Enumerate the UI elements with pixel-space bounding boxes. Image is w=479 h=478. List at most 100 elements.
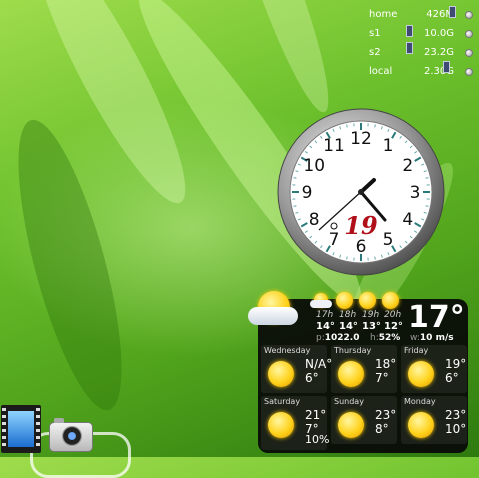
hour-icon-sunny: [336, 292, 353, 309]
clock-tick: [426, 178, 429, 179]
analog-clock-widget[interactable]: 12 1 2 3 4 5 6 7 8 9 10 11 19: [277, 108, 445, 276]
launcher-dock: [0, 400, 130, 457]
forecast-day-name: Thursday: [334, 346, 371, 355]
pressure-value: 1022.0: [325, 333, 360, 343]
sunny-icon: [268, 412, 294, 438]
clock-numeral: 2: [402, 156, 413, 176]
disk-usage-bar: [406, 25, 413, 37]
current-weather-icon: [246, 291, 306, 331]
pressure-readout: p:1022.0: [316, 333, 359, 343]
disk-name: s1: [369, 28, 381, 39]
clock-tick: [347, 257, 348, 260]
sunny-icon: [268, 361, 294, 387]
disk-row-s1: s1 10.0G: [366, 25, 476, 44]
disk-name: s2: [369, 47, 381, 58]
humidity-readout: h:52%: [370, 333, 400, 343]
forecast-low: 7°: [375, 371, 389, 385]
video-film-icon[interactable]: [1, 405, 41, 453]
wind-readout: w:10 m/s: [410, 333, 454, 343]
current-temperature: 17°: [408, 300, 465, 335]
clock-tick: [294, 178, 297, 179]
disk-status-led[interactable]: [465, 68, 473, 76]
disk-size: 23.2G: [424, 47, 454, 58]
disk-row-home: home 426M: [366, 6, 476, 25]
forecast-precipitation: 10%: [305, 433, 329, 446]
clock-face: 12 1 2 3 4 5 6 7 8 9 10 11 19: [277, 108, 445, 276]
disk-row-s2: s2 23.2G: [366, 44, 476, 63]
hour-temp: 13°: [362, 321, 381, 332]
forecast-high: 21°: [305, 408, 326, 422]
clock-date: 19: [344, 211, 378, 240]
disk-row-local: local 2.30G: [366, 63, 476, 82]
forecast-high: 18°: [375, 357, 396, 371]
wind-value: 10 m/s: [420, 333, 454, 343]
forecast-high: 19°: [445, 357, 466, 371]
clock-numeral: 1: [383, 136, 394, 156]
forecast-high: N/A°: [305, 357, 332, 371]
hour-time: 17h: [316, 310, 333, 320]
clock-tick: [347, 125, 348, 128]
hour-icon-sunny: [382, 292, 399, 309]
forecast-low: 6°: [305, 371, 319, 385]
forecast-day-saturday[interactable]: Saturday 21° 7° 10%: [261, 396, 327, 450]
sunny-icon: [338, 412, 364, 438]
clock-numeral: 5: [383, 230, 394, 250]
hour-temp: 14°: [316, 321, 335, 332]
forecast-day-wednesday[interactable]: Wednesday N/A° 6°: [261, 345, 327, 393]
forecast-day-name: Monday: [404, 397, 436, 406]
sunny-icon: [408, 412, 434, 438]
clock-numeral: 7: [329, 230, 340, 250]
forecast-day-name: Wednesday: [264, 346, 310, 355]
forecast-day-monday[interactable]: Monday 23° 10°: [401, 396, 467, 444]
clock-numeral: 6: [356, 237, 367, 257]
clock-numeral: 4: [402, 210, 413, 230]
clock-numeral: 9: [302, 183, 313, 203]
pressure-label: p:: [316, 333, 325, 343]
hour-temp: 12°: [384, 321, 403, 332]
forecast-day-name: Saturday: [264, 397, 300, 406]
clock-numeral: 3: [410, 183, 421, 203]
hour-time: 18h: [339, 310, 356, 320]
sunny-icon: [338, 361, 364, 387]
hour-icon-cloudy-sun: [310, 293, 332, 309]
clock-numeral: 11: [323, 136, 345, 156]
clock-numeral: 8: [309, 210, 320, 230]
sunny-icon: [408, 361, 434, 387]
forecast-day-name: Sunday: [334, 397, 364, 406]
disk-usage-widget: home 426M s1 10.0G s2 23.2G local 2.30G: [366, 6, 476, 82]
wind-label: w:: [410, 333, 420, 343]
hour-icon-sunny: [359, 292, 376, 309]
humidity-label: h:: [370, 333, 379, 343]
forecast-day-friday[interactable]: Friday 19° 6°: [401, 345, 467, 393]
hour-time: 19h: [362, 310, 379, 320]
clock-numeral: 12: [350, 129, 372, 149]
disk-status-led[interactable]: [465, 49, 473, 57]
disk-usage-bar: [443, 61, 450, 73]
disk-size: 10.0G: [424, 28, 454, 39]
clock-tick: [426, 206, 429, 207]
forecast-low: 6°: [445, 371, 459, 385]
clock-tick: [294, 206, 297, 207]
camera-icon[interactable]: [49, 422, 93, 452]
forecast-low: 10°: [445, 422, 466, 436]
humidity-value: 52%: [379, 333, 401, 343]
forecast-low: 8°: [375, 422, 389, 436]
disk-usage-bar: [449, 6, 456, 18]
forecast-day-sunday[interactable]: Sunday 23° 8°: [331, 396, 397, 444]
disk-name: home: [369, 9, 397, 20]
disk-status-led[interactable]: [465, 30, 473, 38]
clock-tick: [375, 257, 376, 260]
clock-numeral: 10: [303, 156, 325, 176]
forecast-high: 23°: [445, 408, 466, 422]
forecast-day-name: Friday: [404, 346, 428, 355]
disk-name: local: [369, 66, 392, 77]
forecast-high: 23°: [375, 408, 396, 422]
clock-tick: [375, 125, 376, 128]
hour-temp: 14°: [339, 321, 358, 332]
weather-widget[interactable]: 17h 18h 19h 20h 14° 14° 13° 12° 17° p:10…: [258, 299, 468, 453]
hour-time: 20h: [384, 310, 401, 320]
disk-status-led[interactable]: [465, 11, 473, 19]
disk-usage-bar: [406, 42, 413, 54]
forecast-day-thursday[interactable]: Thursday 18° 7°: [331, 345, 397, 393]
clock-center-pin: [358, 189, 364, 195]
